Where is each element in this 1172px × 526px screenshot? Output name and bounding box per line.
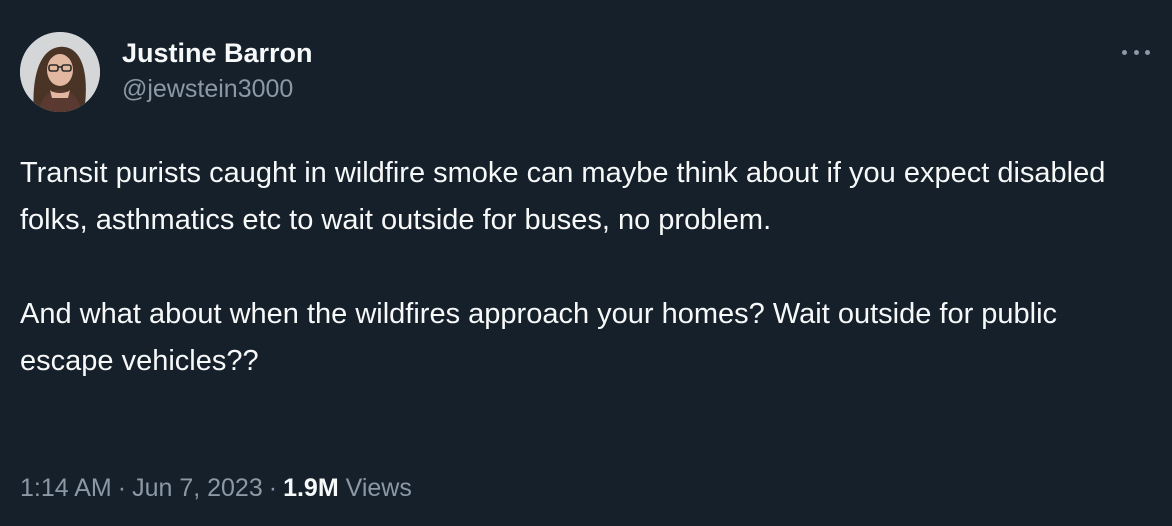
author-display-name[interactable]: Justine Barron xyxy=(122,36,313,70)
more-horizontal-icon-dot xyxy=(1145,49,1150,55)
more-horizontal-icon-dot xyxy=(1133,49,1139,55)
views-count[interactable]: 1.9M xyxy=(283,474,339,502)
avatar[interactable] xyxy=(20,32,100,112)
avatar-image xyxy=(20,32,100,112)
tweet-text: Transit purists caught in wildfire smoke… xyxy=(20,150,1150,385)
meta-separator: · xyxy=(268,474,278,502)
tweet-date[interactable]: Jun 7, 2023 xyxy=(132,474,263,502)
tweet-paragraph: And what about when the wildfires approa… xyxy=(20,298,1058,377)
tweet-card: Justine Barron @jewstein3000 Transit pur… xyxy=(0,0,1172,526)
tweet-time[interactable]: 1:14 AM xyxy=(20,474,112,502)
meta-separator: · xyxy=(117,474,127,502)
more-options-button[interactable] xyxy=(1122,40,1150,64)
views-label: Views xyxy=(345,474,412,502)
author-info: Justine Barron @jewstein3000 xyxy=(122,36,313,106)
author-handle[interactable]: @jewstein3000 xyxy=(122,72,313,106)
more-horizontal-icon xyxy=(1122,49,1127,55)
tweet-paragraph: Transit purists caught in wildfire smoke… xyxy=(20,157,1106,236)
tweet-meta: 1:14 AM · Jun 7, 2023 · 1.9M Views xyxy=(20,470,412,506)
